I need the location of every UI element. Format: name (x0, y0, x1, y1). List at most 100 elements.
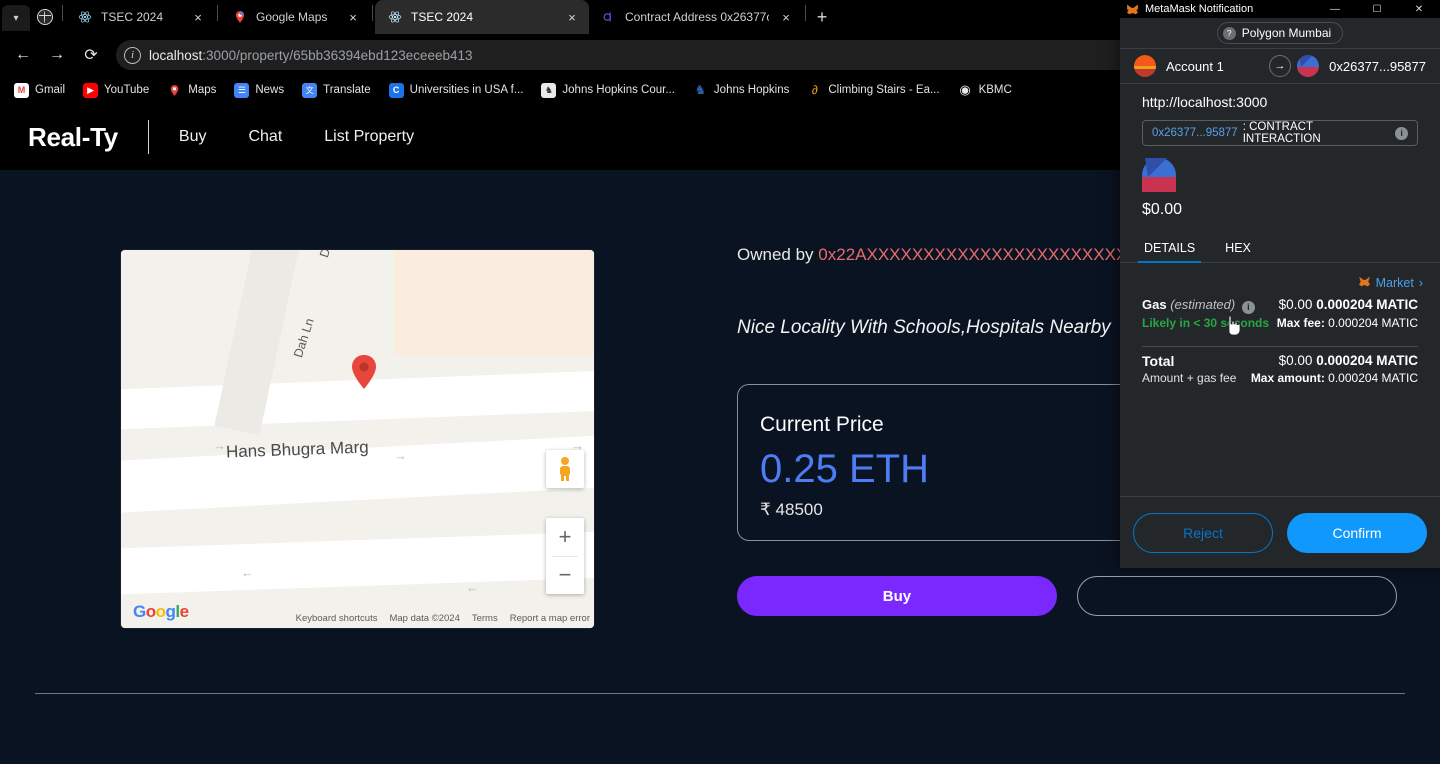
nav-link-list-property[interactable]: List Property (324, 128, 414, 146)
bookmark-universities-usa[interactable]: C Universities in USA f... (388, 82, 524, 98)
max-amount-label: Max amount: (1250, 370, 1325, 385)
bookmark-news[interactable]: ☰ News (234, 82, 285, 98)
nav-link-buy[interactable]: Buy (179, 128, 207, 146)
transaction-amount-usd: $0.00 (1142, 201, 1183, 218)
tab-close-button[interactable]: × (563, 8, 581, 26)
bookmark-label: Maps (188, 84, 217, 96)
bookmark-johns-hopkins-course[interactable]: ♞ Johns Hopkins Cour... (541, 82, 675, 98)
total-label: Total (1142, 352, 1175, 369)
total-amount: 0.000204 MATIC (1316, 352, 1418, 368)
minimize-button[interactable]: — (1314, 0, 1356, 18)
tab-close-button[interactable]: × (777, 8, 795, 26)
contract-info-icon[interactable]: i (1395, 126, 1408, 140)
bookmark-kbmc[interactable]: ◉ KBMC (958, 82, 1011, 98)
new-tab-button[interactable]: + (808, 3, 836, 31)
tab-title: TSEC 2024 (411, 10, 474, 24)
contract-interaction-pill[interactable]: 0x26377...95877 : CONTRACT INTERACTION i (1142, 120, 1418, 146)
map-zoom-in-button[interactable]: + (546, 518, 584, 556)
site-info-icon[interactable]: i (124, 46, 141, 64)
contract-address: 0x26377...95877 (1152, 127, 1238, 139)
johns-hopkins-icon: ♞ (694, 82, 707, 97)
map-location-pin (351, 355, 377, 389)
to-account-address: 0x26377...95877 (1329, 58, 1426, 74)
secondary-action-button[interactable] (1076, 576, 1397, 616)
browser-tab-4[interactable]: Contract Address 0x26377ca3a × (589, 0, 803, 34)
metamask-fox-icon (1126, 3, 1139, 16)
market-label: Market (1375, 276, 1414, 290)
metamask-footer: Reject Confirm (1120, 496, 1440, 568)
bookmark-label: News (255, 84, 285, 96)
bookmark-maps[interactable]: Maps (167, 83, 216, 98)
gas-label: Gas (estimated) i (1142, 297, 1255, 314)
back-button[interactable]: ← (8, 40, 38, 70)
network-question-icon: ? (1222, 26, 1236, 40)
property-map[interactable]: Dah Ln Dah Ln Hans Bhugra Marg → → → ← ← (121, 250, 594, 628)
forward-button[interactable]: → (42, 40, 72, 70)
bookmark-johns-hopkins[interactable]: ♞ Johns Hopkins (693, 82, 790, 98)
metamask-tabs: DETAILS HEX (1120, 233, 1440, 263)
market-link[interactable]: Market › (1120, 263, 1440, 291)
gas-speed-estimate: Likely in < 30 seconds (1142, 315, 1270, 330)
network-selector[interactable]: ? Polygon Mumbai (1216, 22, 1344, 44)
max-fee-group: Max fee: 0.000204 MATIC (1277, 316, 1418, 330)
map-direction-arrow: ← (241, 565, 254, 580)
gas-amount: 0.000204 MATIC (1316, 297, 1418, 312)
react-icon (77, 9, 93, 25)
confirm-button[interactable]: Confirm (1287, 512, 1427, 553)
bookmark-label: Translate (323, 84, 371, 96)
transaction-amount-block: $0.00 (1142, 158, 1418, 219)
metamask-transaction-body: http://localhost:3000 0x26377...95877 : … (1120, 84, 1440, 219)
street-view-pegman[interactable] (546, 450, 584, 488)
tab-close-button[interactable]: × (189, 8, 207, 26)
total-subrow: Amount + gas fee Max amount: 0.000204 MA… (1142, 371, 1418, 385)
metamask-window-title: MetaMask Notification (1145, 3, 1254, 15)
owner-address[interactable]: 0x22AXXXXXXXXXXXXXXXXXXXXXXXXXX (818, 245, 1161, 264)
gas-info-icon[interactable]: i (1241, 300, 1255, 314)
metamask-account-row: Account 1 → 0x26377...95877 (1120, 48, 1440, 84)
map-terms-link[interactable]: Terms (472, 613, 498, 624)
tab-details[interactable]: DETAILS (1137, 233, 1202, 263)
from-account-name[interactable]: Account 1 (1166, 59, 1224, 74)
transfer-arrow-icon: → (1269, 55, 1291, 77)
bookmark-label: Universities in USA f... (409, 84, 524, 96)
site-logo[interactable]: Real-Ty (28, 122, 118, 153)
youtube-icon: ▶ (83, 82, 99, 98)
map-zoom-out-button[interactable]: − (546, 556, 584, 594)
max-fee-value: 0.000204 MATIC (1328, 315, 1418, 330)
browser-tab-2[interactable]: Google Maps × (220, 0, 370, 34)
map-report-error-link[interactable]: Report a map error (510, 613, 590, 624)
map-building-block (394, 250, 594, 356)
nav-link-chat[interactable]: Chat (248, 128, 282, 146)
profile-avatar[interactable] (30, 0, 60, 34)
reload-button[interactable]: ⟳ (76, 40, 106, 70)
bookmark-gmail[interactable]: M Gmail (14, 82, 65, 98)
globe-icon: ◉ (959, 82, 971, 97)
bookmark-climbing-stairs[interactable]: ∂ Climbing Stairs - Ea... (807, 83, 940, 98)
max-fee-label: Max fee: (1276, 315, 1325, 330)
total-row: Total $0.00 0.000204 MATIC (1142, 353, 1418, 369)
metamask-notification-window: MetaMask Notification — ☐ ✕ ? Polygon Mu… (1120, 0, 1440, 568)
map-zoom-controls[interactable]: + − (546, 518, 584, 594)
maximize-button[interactable]: ☐ (1356, 0, 1398, 18)
tab-search-dropdown[interactable]: ▾ (2, 5, 30, 31)
gmail-icon: M (14, 82, 29, 98)
map-keyboard-shortcuts[interactable]: Keyboard shortcuts (296, 613, 378, 624)
buy-button[interactable]: Buy (737, 576, 1057, 616)
metamask-total-rows: Total $0.00 0.000204 MATIC Amount + gas … (1120, 347, 1440, 385)
tab-hex[interactable]: HEX (1223, 233, 1253, 262)
bookmark-youtube[interactable]: ▶ YouTube (83, 82, 149, 98)
reject-button[interactable]: Reject (1133, 512, 1273, 553)
bookmark-translate[interactable]: 文 Translate (302, 82, 371, 98)
tab-close-button[interactable]: × (344, 8, 362, 26)
google-maps-icon (167, 83, 182, 98)
to-account-group[interactable]: 0x26377...95877 (1297, 55, 1426, 77)
tab-divider (805, 5, 806, 21)
tab-title: TSEC 2024 (101, 10, 164, 24)
url-host: localhost (149, 47, 203, 63)
browser-tab-3-active[interactable]: TSEC 2024 × (375, 0, 589, 34)
url-path: :3000/property/65bb36394ebd123eceeeb413 (202, 47, 473, 63)
max-amount-group: Max amount: 0.000204 MATIC (1251, 371, 1418, 385)
close-button[interactable]: ✕ (1398, 0, 1440, 18)
browser-tab-1[interactable]: TSEC 2024 × (65, 0, 215, 34)
to-account-avatar (1297, 55, 1320, 77)
